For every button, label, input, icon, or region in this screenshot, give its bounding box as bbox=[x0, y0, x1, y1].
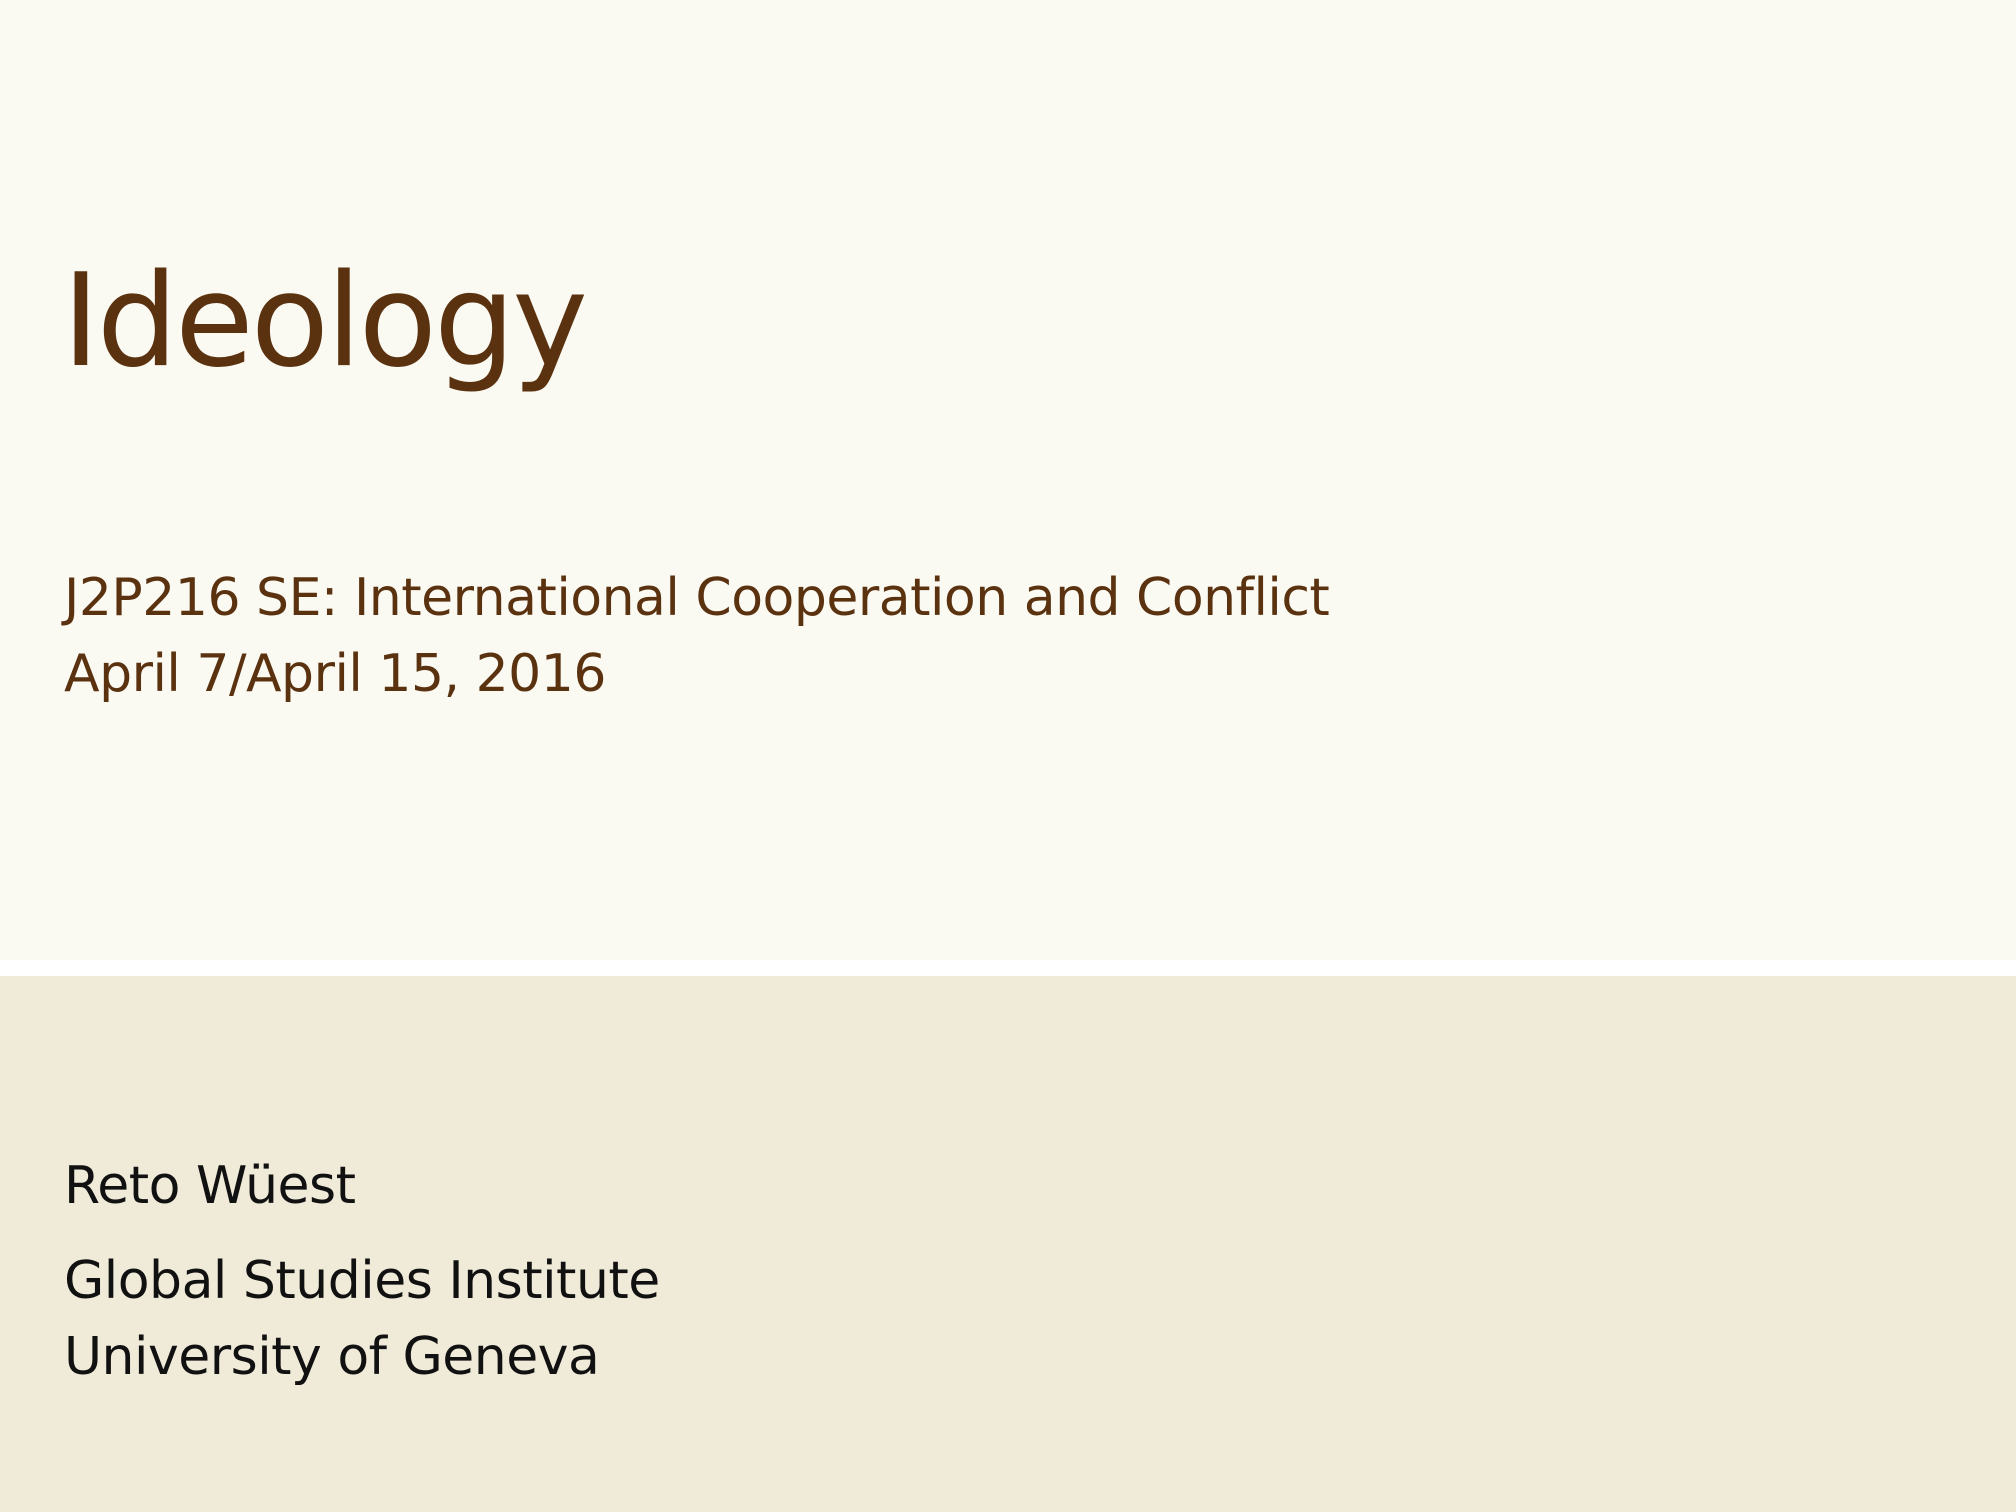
date-line: April 7/April 15, 2016 bbox=[64, 644, 606, 704]
title-panel: Ideology J2P216 SE: International Cooper… bbox=[0, 0, 2016, 960]
course-line: J2P216 SE: International Cooperation and… bbox=[64, 568, 1330, 628]
panel-divider bbox=[0, 960, 2016, 976]
title-slide: Ideology J2P216 SE: International Cooper… bbox=[0, 0, 2016, 1512]
slide-subtitle: J2P216 SE: International Cooperation and… bbox=[64, 560, 1330, 712]
author-name: Reto Wüest bbox=[64, 1156, 356, 1216]
university-line: University of Geneva bbox=[64, 1327, 600, 1387]
slide-title: Ideology bbox=[62, 247, 588, 396]
institute-line: Global Studies Institute bbox=[64, 1251, 660, 1311]
affiliation: Global Studies Institute University of G… bbox=[64, 1243, 660, 1395]
